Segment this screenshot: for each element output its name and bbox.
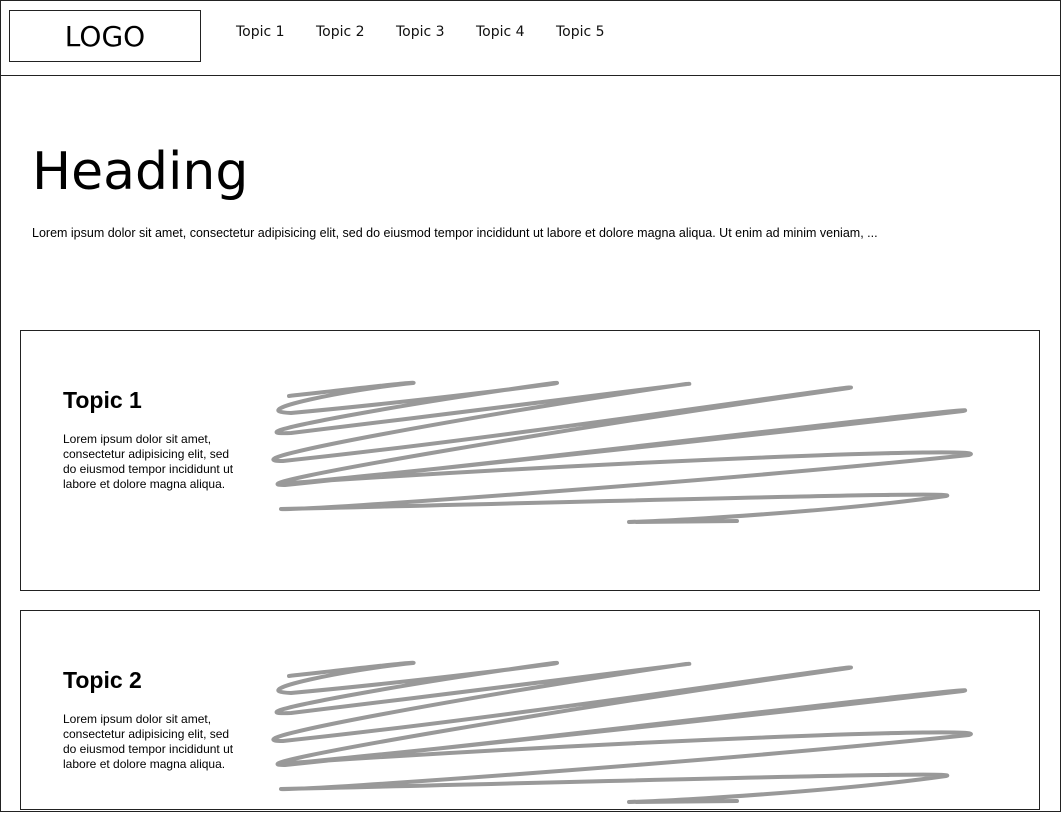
image-placeholder-scribble	[271, 380, 973, 524]
intro-text: Lorem ipsum dolor sit amet, consectetur …	[32, 226, 878, 240]
nav-topic-3[interactable]: Topic 3	[396, 24, 476, 40]
page: LOGO Topic 1 Topic 2 Topic 3 Topic 4 Top…	[0, 0, 1061, 812]
nav-topic-5[interactable]: Topic 5	[556, 24, 636, 40]
nav-topic-4[interactable]: Topic 4	[476, 24, 556, 40]
image-placeholder-scribble	[271, 660, 973, 804]
topic-card-2: Topic 2 Lorem ipsum dolor sit amet, cons…	[20, 610, 1040, 810]
page-heading: Heading	[32, 142, 249, 202]
nav-topic-1[interactable]: Topic 1	[236, 24, 316, 40]
logo[interactable]: LOGO	[9, 10, 201, 62]
header: LOGO Topic 1 Topic 2 Topic 3 Topic 4 Top…	[0, 0, 1061, 76]
nav-topic-2[interactable]: Topic 2	[316, 24, 396, 40]
top-nav: Topic 1 Topic 2 Topic 3 Topic 4 Topic 5	[236, 24, 636, 40]
topic-card-1: Topic 1 Lorem ipsum dolor sit amet, cons…	[20, 330, 1040, 591]
